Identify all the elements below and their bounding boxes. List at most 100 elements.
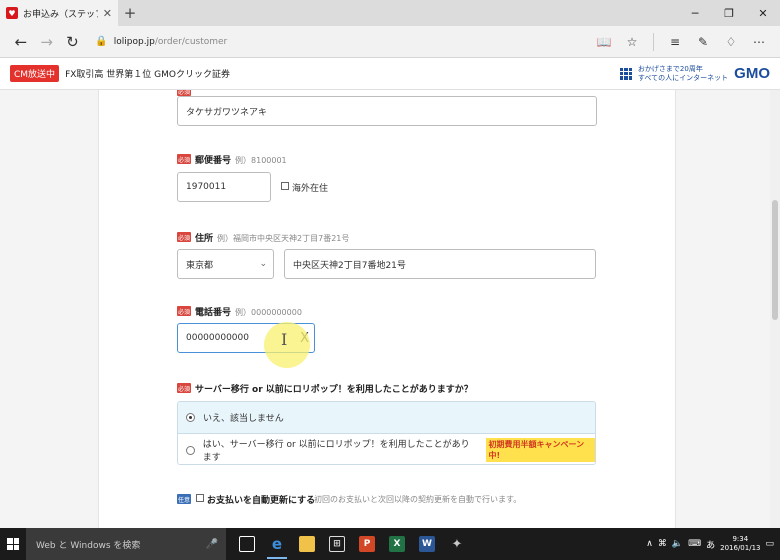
- file-explorer-icon[interactable]: [292, 528, 322, 560]
- web-note-icon[interactable]: ✎: [690, 29, 716, 55]
- banner-ad-link[interactable]: FX取引高 世界第１位 GMOクリック証券: [65, 67, 230, 80]
- auto-renew-checkbox[interactable]: [196, 494, 204, 502]
- optional-badge: 任意: [177, 494, 191, 504]
- gmo-logo: GMO: [734, 65, 770, 82]
- overseas-checkbox[interactable]: [281, 182, 289, 190]
- browser-toolbar: 📖 ☆ ≡ ✎ ♢ ⋯: [591, 29, 772, 55]
- word-icon[interactable]: W: [412, 528, 442, 560]
- share-icon[interactable]: ♢: [718, 29, 744, 55]
- overseas-label: 海外在住: [292, 184, 329, 194]
- gmo-grid-icon: [619, 67, 632, 80]
- app-icon[interactable]: ✦: [442, 528, 472, 560]
- street-address-input[interactable]: 中央区天神2丁目7番地21号: [284, 249, 596, 279]
- clock-date: 2016/01/13: [720, 544, 761, 552]
- new-tab-button[interactable]: +: [118, 0, 142, 26]
- forward-icon[interactable]: →: [34, 29, 60, 55]
- taskbar-apps: e ⊞ P X W ✦: [232, 528, 472, 560]
- close-window-icon[interactable]: ✕: [746, 0, 780, 26]
- volume-icon[interactable]: 🔈: [672, 539, 683, 549]
- windows-logo-icon: [7, 538, 19, 550]
- required-badge: 必須: [177, 154, 191, 164]
- migration-option-yes[interactable]: はい、サーバー移行 or 以前にロリポップ！を利用したことがあります 初期費用半…: [178, 434, 595, 464]
- phone-example: 例）0000000000: [235, 308, 302, 317]
- favorite-icon[interactable]: ☆: [619, 29, 645, 55]
- page-scrollbar[interactable]: [770, 90, 780, 528]
- excel-icon[interactable]: X: [382, 528, 412, 560]
- microphone-icon[interactable]: 🎤: [206, 539, 218, 550]
- task-view-icon[interactable]: [232, 528, 262, 560]
- url-field[interactable]: 🔒 lolipop.jp/order/customer: [95, 30, 591, 54]
- address-example: 例）福岡市中央区天神2丁目7番21号: [217, 234, 350, 243]
- system-tray: ∧ ⌘ 🔈 ⌨ あ 9:34 2016/01/13 ▭: [646, 535, 780, 553]
- keyboard-icon[interactable]: ⌨: [688, 539, 701, 549]
- page-content: 必須 タケサガワツネアキ 必須 郵便番号 例）8100001 1970011 海外…: [0, 90, 770, 528]
- url-text: lolipop.jp/order/customer: [114, 37, 227, 47]
- taskbar-search-text: Web と Windows を検索: [36, 540, 141, 551]
- phone-value: 00000000000: [186, 333, 249, 343]
- store-icon[interactable]: ⊞: [322, 528, 352, 560]
- restore-icon[interactable]: ❐: [712, 0, 746, 26]
- gmo-brand[interactable]: おかげさまで20周年 すべての人にインターネット GMO: [619, 65, 770, 83]
- cm-badge[interactable]: CM放送中: [10, 65, 60, 82]
- tab-title: お申込み（ステップ３）ィ: [23, 9, 98, 20]
- taskbar: Web と Windows を検索 🎤 e ⊞ P X W ✦ ∧ ⌘ 🔈 ⌨ …: [0, 528, 780, 560]
- refresh-icon[interactable]: ↻: [60, 29, 86, 55]
- prefecture-select[interactable]: 東京都 ⌄: [177, 249, 274, 279]
- tray-chevron-icon[interactable]: ∧: [646, 539, 653, 549]
- window-controls: ─ ❐ ✕: [678, 0, 780, 26]
- migration-option-yes-label: はい、サーバー移行 or 以前にロリポップ！を利用したことがあります: [202, 440, 470, 463]
- auto-renew-label[interactable]: お支払いを自動更新にする: [207, 493, 315, 506]
- phone-label: 電話番号 例）0000000000: [195, 305, 302, 318]
- required-badge: 必須: [177, 383, 191, 393]
- url-path: /order/customer: [154, 36, 228, 47]
- edge-icon[interactable]: e: [262, 528, 292, 560]
- taskbar-clock[interactable]: 9:34 2016/01/13: [720, 535, 760, 553]
- auto-renew-description: 初回のお支払いと次回以降の契約更新を自動で行います。: [314, 495, 522, 504]
- address-label-text: 住所: [195, 234, 214, 244]
- postal-example: 例）8100001: [235, 156, 287, 165]
- url-domain: lolipop.jp: [113, 36, 155, 47]
- network-icon[interactable]: ⌘: [658, 539, 667, 549]
- migration-option-no-label: いえ、該当しません: [203, 414, 284, 424]
- reading-view-icon[interactable]: 📖: [591, 29, 617, 55]
- powerpoint-icon[interactable]: P: [352, 528, 382, 560]
- lock-icon: 🔒: [95, 36, 108, 47]
- radio-selected[interactable]: [186, 413, 195, 422]
- hub-icon[interactable]: ≡: [662, 29, 688, 55]
- more-icon[interactable]: ⋯: [746, 29, 772, 55]
- postal-label: 郵便番号 例）8100001: [195, 153, 287, 166]
- lolipop-favicon-icon: ♥: [6, 7, 18, 19]
- kana-name-input[interactable]: タケサガワツネアキ: [177, 96, 597, 126]
- address-bar: ← → ↻ 🔒 lolipop.jp/order/customer 📖 ☆ ≡ …: [0, 26, 780, 58]
- browser-tab[interactable]: ♥ お申込み（ステップ３）ィ ✕: [0, 0, 118, 26]
- clock-time: 9:34: [732, 535, 749, 543]
- phone-label-text: 電話番号: [195, 308, 232, 318]
- minimize-icon[interactable]: ─: [678, 0, 712, 26]
- toolbar-divider: [653, 32, 655, 51]
- postal-label-text: 郵便番号: [195, 156, 232, 166]
- start-button[interactable]: [0, 528, 26, 560]
- ime-icon[interactable]: あ: [706, 538, 715, 551]
- postal-code-input[interactable]: 1970011: [177, 172, 271, 202]
- migration-question: サーバー移行 or 以前にロリポップ！を利用したことがありますか？: [195, 385, 473, 395]
- radio-unselected[interactable]: [186, 445, 195, 455]
- address-label: 住所 例）福岡市中央区天神2丁目7番21号: [195, 231, 349, 244]
- notifications-icon[interactable]: ▭: [765, 539, 774, 549]
- chevron-down-icon: ⌄: [259, 259, 267, 269]
- required-badge: 必須: [177, 232, 191, 242]
- gmo-banner: CM放送中 FX取引高 世界第１位 GMOクリック証券 おかげさまで20周年 す…: [0, 58, 780, 90]
- gmo-tagline: おかげさまで20周年 すべての人にインターネット: [638, 65, 728, 83]
- scroll-thumb[interactable]: [772, 200, 778, 320]
- prefecture-value: 東京都: [186, 260, 214, 271]
- text-cursor-icon: I: [281, 330, 288, 349]
- migration-radio-group: いえ、該当しません はい、サーバー移行 or 以前にロリポップ！を利用したことが…: [177, 401, 596, 465]
- migration-option-no[interactable]: いえ、該当しません: [178, 402, 595, 434]
- taskbar-search[interactable]: Web と Windows を検索 🎤: [26, 528, 226, 560]
- required-badge: 必須: [177, 306, 191, 316]
- back-icon[interactable]: ←: [8, 29, 34, 55]
- tab-bar: ♥ お申込み（ステップ３）ィ ✕ + ─ ❐ ✕: [0, 0, 780, 26]
- tab-close-icon[interactable]: ✕: [103, 7, 112, 20]
- promo-badge: 初期費用半額キャンペーン中!: [485, 438, 595, 462]
- gmo-tagline-line2: すべての人にインターネット: [637, 73, 729, 82]
- gmo-tagline-line1: おかげさまで20周年: [637, 64, 703, 73]
